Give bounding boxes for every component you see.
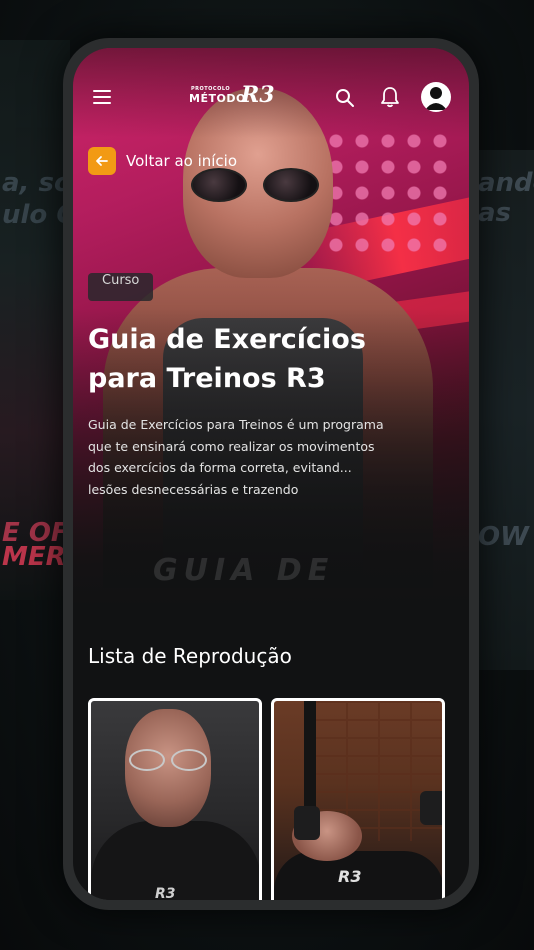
user-avatar-icon[interactable] — [421, 82, 451, 112]
course-title: Guia de Exercícios para Treinos R3 — [88, 324, 366, 394]
background-card-right: ando as OW — [474, 150, 534, 670]
logo-r3: R3 — [241, 82, 275, 108]
background-text: as — [478, 198, 512, 228]
dumbbell — [294, 806, 320, 840]
course-type-badge: Curso — [88, 273, 154, 301]
background-text: OW — [478, 522, 529, 552]
hero-watermark: GUIA DE — [153, 553, 335, 588]
hamburger-menu-icon[interactable] — [93, 90, 111, 104]
app-stage: a, sou ulo Co E OF MER ando as OW — [0, 0, 534, 950]
app-logo[interactable]: PROTOCOLO MÉTODO R3 — [189, 82, 275, 114]
shirt-logo: R3 — [338, 867, 362, 886]
course-description: Guia de Exercícios para Treinos é um pro… — [88, 417, 384, 497]
playlist-video-card[interactable]: R3 — [88, 698, 262, 900]
phone-frame: GUIA DE PROTOCOLO MÉTODO R3 Voltar ao in… — [63, 38, 479, 910]
background-text: MER — [2, 542, 66, 572]
phone-screen: GUIA DE PROTOCOLO MÉTODO R3 Voltar ao in… — [73, 48, 469, 900]
dumbbell — [420, 791, 442, 825]
search-icon[interactable] — [335, 88, 355, 108]
shirt-logo: R3 — [155, 886, 176, 900]
eyeglasses — [127, 749, 213, 771]
logo-text: MÉTODO — [189, 92, 246, 105]
back-to-home-button[interactable]: Voltar ao início — [88, 146, 237, 176]
playlist-heading: Lista de Reprodução — [88, 644, 292, 668]
top-bar: PROTOCOLO MÉTODO R3 — [73, 76, 469, 120]
back-label[interactable]: Voltar ao início — [126, 152, 237, 170]
arrow-left-icon[interactable] — [88, 147, 116, 175]
background-text: ando — [478, 168, 534, 198]
notification-bell-icon[interactable] — [379, 86, 401, 108]
background-card-left: a, sou ulo Co E OF MER — [0, 40, 93, 600]
playlist-video-card[interactable]: R3 — [271, 698, 445, 900]
